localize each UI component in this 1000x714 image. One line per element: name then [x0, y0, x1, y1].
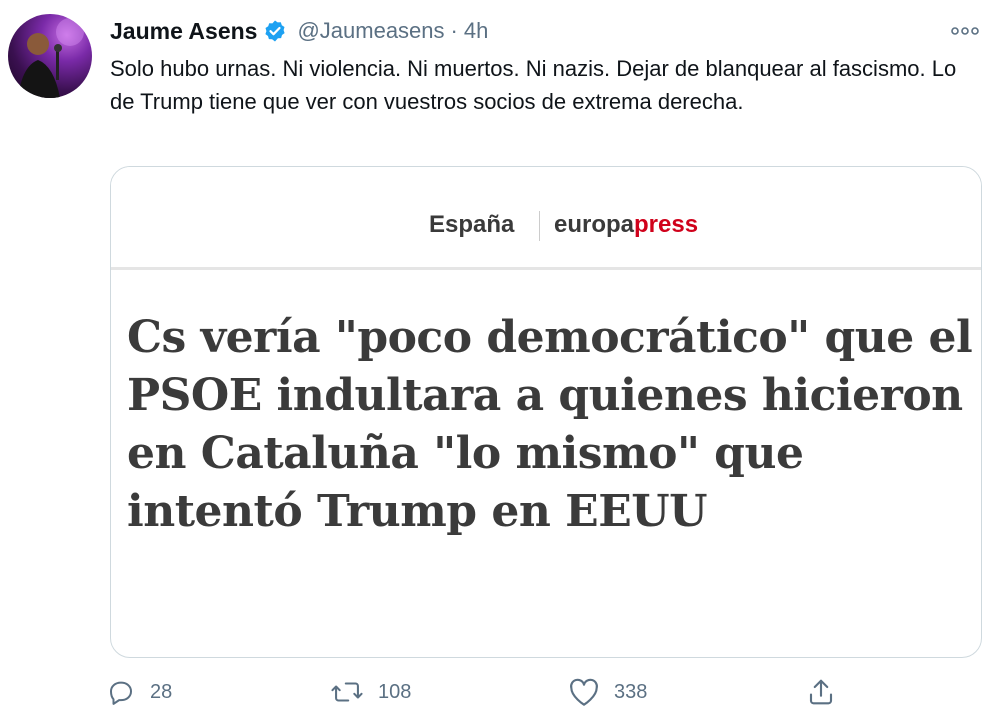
card-divider	[539, 211, 540, 241]
heart-icon	[568, 677, 600, 707]
reply-button[interactable]: 28	[106, 672, 172, 712]
reply-icon	[106, 677, 136, 707]
reply-count: 28	[150, 680, 173, 703]
card-headline: Cs vería "poco democrático" que el PSOE …	[127, 312, 973, 537]
retweet-icon	[330, 677, 364, 707]
card-header: España europapress	[111, 167, 981, 270]
more-options-icon[interactable]	[948, 20, 982, 42]
timestamp[interactable]: 4h	[464, 18, 488, 44]
share-button[interactable]	[806, 672, 836, 712]
tweet-actions: 28 108 338	[0, 672, 1000, 712]
tweet-text: Solo hubo urnas. Ni violencia. Ni muerto…	[110, 56, 957, 114]
retweet-count: 108	[378, 680, 412, 703]
avatar[interactable]	[8, 14, 92, 98]
like-button[interactable]: 338	[568, 672, 647, 712]
card-section-label: España	[429, 211, 515, 238]
tweet-header: Jaume Asens @Jaumeasens · 4h	[110, 14, 488, 48]
avatar-image	[18, 18, 84, 98]
brand-europa: europa	[554, 211, 635, 238]
share-icon	[806, 677, 836, 707]
card-brand-logo: europapress	[554, 211, 698, 239]
handle[interactable]: @Jaumeasens	[297, 18, 444, 44]
brand-press: press	[634, 211, 699, 238]
verified-badge-icon	[263, 19, 287, 43]
display-name[interactable]: Jaume Asens	[110, 18, 257, 45]
link-card[interactable]: España europapress Cs vería "poco democr…	[110, 166, 982, 658]
retweet-button[interactable]: 108	[330, 672, 411, 712]
header-separator: ·	[450, 18, 458, 43]
like-count: 338	[614, 680, 648, 703]
